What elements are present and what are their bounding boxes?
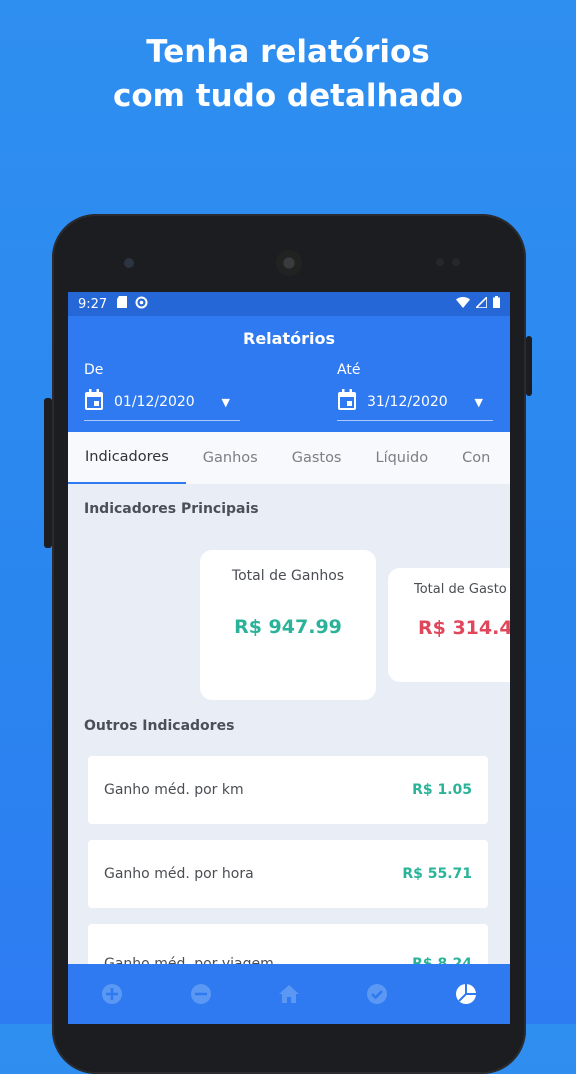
list-item[interactable]: Ganho méd. por hora R$ 55.71 [88, 840, 488, 908]
check-circle-icon[interactable] [357, 974, 397, 1014]
power-button [526, 336, 532, 396]
section-title-outros: Outros Indicadores [84, 718, 235, 734]
card-gastos-label: Total de Gasto [414, 582, 507, 597]
date-from-field[interactable]: 01/12/2020 ▼ [84, 384, 240, 421]
add-circle-icon[interactable] [92, 974, 132, 1014]
card-total-ganhos[interactable]: Total de Ganhos R$ 947.99 [200, 550, 376, 700]
sync-icon [135, 296, 148, 313]
status-icons [456, 294, 500, 312]
row-label: Ganho méd. por km [104, 782, 244, 798]
card-ganhos-label: Total de Ganhos [231, 568, 345, 584]
sd-card-icon [117, 296, 128, 312]
row-value: R$ 1.05 [412, 782, 472, 798]
front-camera [124, 258, 134, 268]
page-title: Relatórios [243, 329, 335, 348]
content-area: Indicadores Principais Total de Ganhos R… [68, 484, 510, 1024]
tab-ganhos[interactable]: Ganhos [186, 432, 275, 484]
row-value: R$ 55.71 [402, 866, 472, 882]
date-to-field[interactable]: 31/12/2020 ▼ [337, 384, 493, 421]
tab-liquido[interactable]: Líquido [359, 432, 446, 484]
volume-button [44, 398, 52, 548]
chevron-down-icon: ▼ [474, 395, 483, 409]
app-bar: Relatórios De 01/12/2020 ▼ Até 31/12/202… [68, 316, 510, 432]
calendar-icon [84, 389, 104, 415]
promo-headline-line2: com tudo detalhado [113, 78, 463, 114]
app-screen: 9:27 Relatórios De 01/12/2020 ▼ Até 31/1… [68, 292, 510, 1024]
card-ganhos-value: R$ 947.99 [234, 616, 342, 638]
bottom-navigation [68, 964, 510, 1024]
status-bar: 9:27 [68, 292, 510, 316]
list-item[interactable]: Ganho méd. por km R$ 1.05 [88, 756, 488, 824]
card-gastos-value: R$ 314.44 [418, 617, 510, 639]
tab-bar: Indicadores Ganhos Gastos Líquido Con [68, 432, 510, 484]
date-from: De 01/12/2020 ▼ [84, 362, 240, 421]
tab-con[interactable]: Con [445, 432, 507, 484]
wifi-icon [456, 296, 470, 312]
earpiece-speaker [276, 250, 302, 276]
chevron-down-icon: ▼ [221, 395, 230, 409]
battery-icon [493, 296, 500, 312]
date-to: Até 31/12/2020 ▼ [337, 362, 493, 421]
date-to-label: Até [337, 362, 361, 378]
row-label: Ganho méd. por hora [104, 866, 254, 882]
card-total-gastos[interactable]: Total de Gasto R$ 314.44 [388, 568, 510, 682]
date-to-value: 31/12/2020 [367, 394, 448, 410]
tab-gastos[interactable]: Gastos [275, 432, 359, 484]
date-from-value: 01/12/2020 [114, 394, 195, 410]
signal-icon [474, 294, 488, 312]
light-sensor [452, 258, 460, 266]
home-icon[interactable] [269, 974, 309, 1014]
calendar-icon [337, 389, 357, 415]
date-from-label: De [84, 362, 104, 378]
tab-indicadores[interactable]: Indicadores [68, 432, 186, 484]
pie-chart-icon[interactable] [446, 974, 486, 1014]
status-time: 9:27 [78, 296, 108, 312]
section-title-principais: Indicadores Principais [84, 501, 259, 517]
promo-headline: Tenha relatórios com tudo detalhado [0, 30, 576, 118]
remove-circle-icon[interactable] [181, 974, 221, 1014]
proximity-sensor [436, 258, 444, 266]
promo-headline-line1: Tenha relatórios [146, 34, 430, 70]
